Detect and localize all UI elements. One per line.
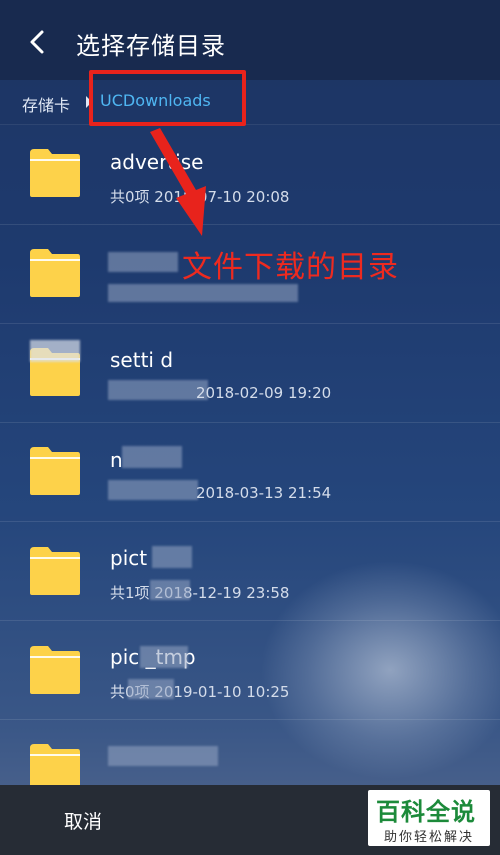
redacted-meta [108, 284, 298, 302]
top-bar [0, 0, 500, 80]
folder-name: pict [110, 546, 148, 570]
folder-meta: 共1项 2018-12-19 23:58 [110, 584, 290, 602]
watermark-title: 百科全说 [376, 798, 476, 826]
redacted-name [140, 646, 188, 668]
redacted-meta [108, 480, 198, 500]
folder-name: n [110, 448, 123, 472]
redacted-name [108, 746, 218, 766]
folder-icon [30, 447, 80, 495]
folder-icon [30, 149, 80, 197]
breadcrumb-root[interactable]: 存储卡 [22, 92, 70, 116]
redacted-name [152, 546, 192, 568]
folder-icon [30, 646, 80, 694]
redacted-name [122, 446, 182, 468]
folder-meta: 2018-03-13 21:54 [196, 484, 332, 502]
redacted-meta [128, 679, 174, 699]
page-title: 选择存储目录 [76, 32, 226, 60]
cancel-button[interactable]: 取消 [64, 807, 102, 834]
annotation-label: 文件下载的目录 [182, 250, 399, 285]
watermark-subtitle: 助你轻松解决 [384, 830, 475, 845]
redacted-block [30, 340, 80, 362]
redacted-meta [108, 380, 208, 400]
breadcrumb [0, 80, 500, 125]
redacted-meta [150, 580, 190, 600]
folder-meta: 2018-02-09 19:20 [196, 384, 332, 402]
annotation-arrow-icon [150, 128, 206, 236]
redacted-name [108, 252, 178, 272]
chevron-left-icon[interactable] [26, 28, 50, 56]
folder-icon [30, 547, 80, 595]
folder-name: setti d [110, 348, 174, 372]
folder-icon [30, 249, 80, 297]
annotation-highlight-box [89, 70, 246, 126]
